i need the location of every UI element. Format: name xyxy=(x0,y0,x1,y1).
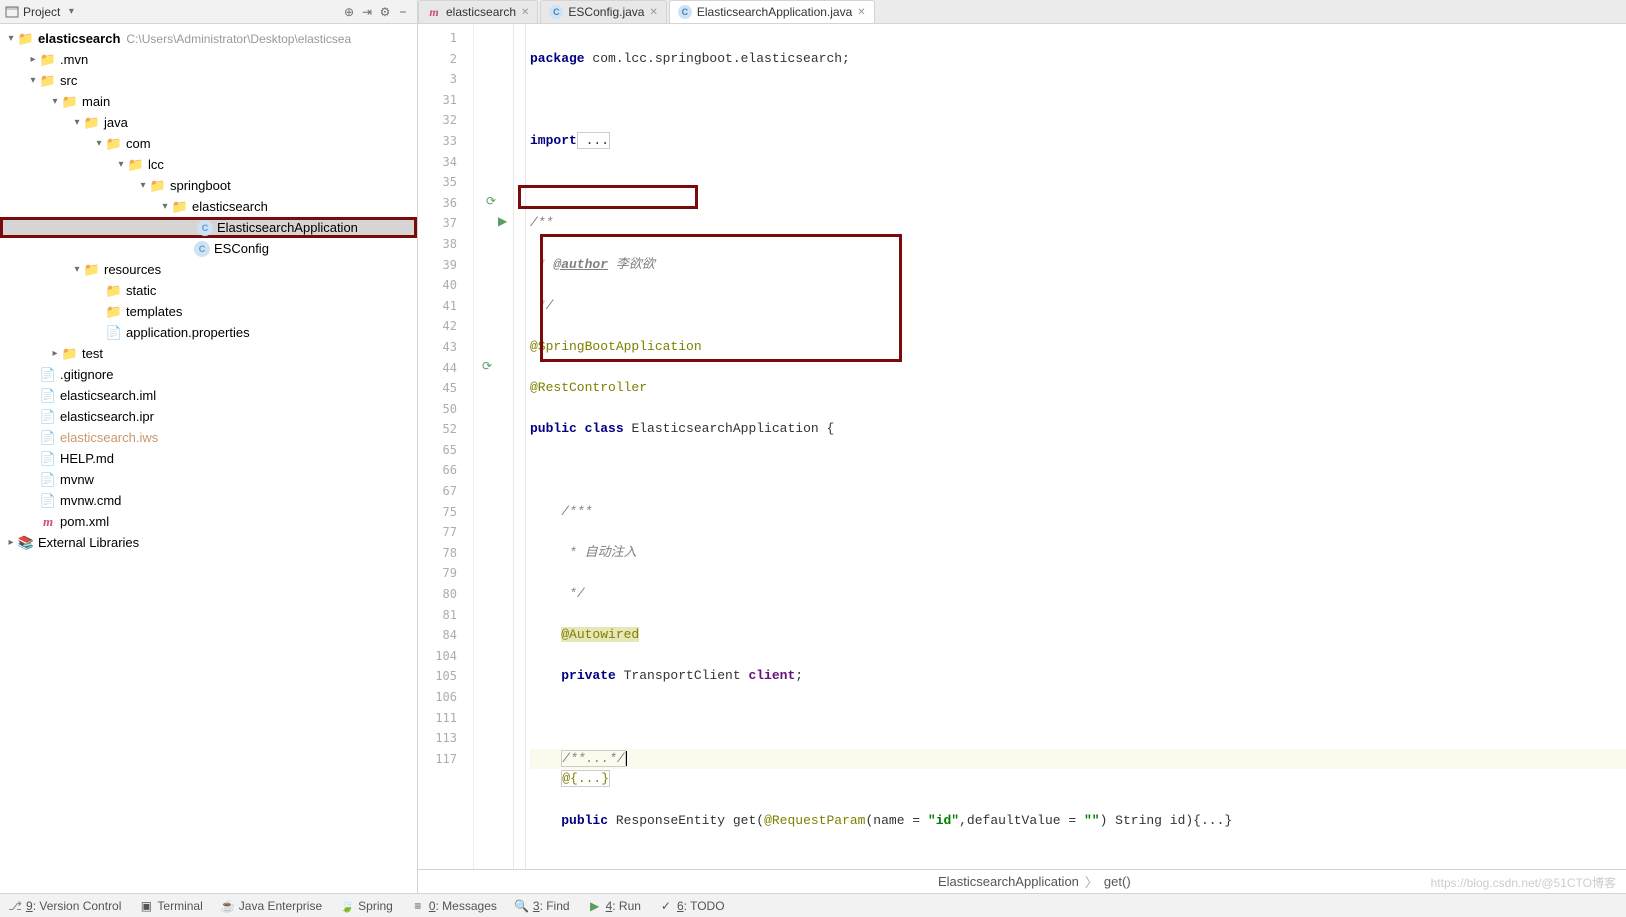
status-javaee[interactable]: ☕Java Enterprise xyxy=(221,899,322,913)
tree-mvnw[interactable]: 📄mvnw xyxy=(0,469,417,490)
tree-mvnw-cmd[interactable]: 📄mvnw.cmd xyxy=(0,490,417,511)
close-icon[interactable]: ✕ xyxy=(649,7,657,18)
scroll-from-source-icon[interactable]: ⊕ xyxy=(340,3,358,21)
tree-app-props[interactable]: 📄application.properties xyxy=(0,322,417,343)
close-icon[interactable]: ✕ xyxy=(521,7,529,18)
tab-app[interactable]: CElasticsearchApplication.java✕ xyxy=(669,0,875,23)
tree-help[interactable]: 📄HELP.md xyxy=(0,448,417,469)
tree-templates[interactable]: 📁templates xyxy=(0,301,417,322)
tree-java[interactable]: ▾📁java xyxy=(0,112,417,133)
tree-iml[interactable]: 📄elasticsearch.iml xyxy=(0,385,417,406)
tree-static[interactable]: 📁static xyxy=(0,280,417,301)
tree-main[interactable]: ▾📁main xyxy=(0,91,417,112)
breadcrumb-class[interactable]: ElasticsearchApplication xyxy=(938,874,1079,889)
tree-lcc[interactable]: ▾📁lcc xyxy=(0,154,417,175)
tree-com[interactable]: ▾📁com xyxy=(0,133,417,154)
status-messages[interactable]: ≡0: Messages xyxy=(411,899,497,913)
sidebar-header: Project ▾ ⊕ ⇥ ⚙ ⎯ xyxy=(0,0,417,24)
tab-elasticsearch[interactable]: melasticsearch✕ xyxy=(418,0,538,23)
tree-root[interactable]: ▾ 📁 elasticsearch C:\Users\Administrator… xyxy=(0,28,417,49)
status-spring[interactable]: 🍃Spring xyxy=(340,899,393,913)
close-icon[interactable]: ✕ xyxy=(857,7,865,18)
tree-ext-lib[interactable]: ▸📚External Libraries xyxy=(0,532,417,553)
status-todo[interactable]: ✓6: TODO xyxy=(659,899,725,913)
tree-iws[interactable]: 📄elasticsearch.iws xyxy=(0,427,417,448)
settings-icon[interactable]: ⚙ xyxy=(376,3,394,21)
tree-app-class[interactable]: CElasticsearchApplication xyxy=(0,217,417,238)
status-terminal[interactable]: ▣Terminal xyxy=(139,899,202,913)
tab-esconfig[interactable]: CESConfig.java✕ xyxy=(540,0,666,23)
tree-src[interactable]: ▾📁src xyxy=(0,70,417,91)
tree-test[interactable]: ▸📁test xyxy=(0,343,417,364)
dropdown-icon[interactable]: ▾ xyxy=(64,6,78,17)
project-tree[interactable]: ▾ 📁 elasticsearch C:\Users\Administrator… xyxy=(0,24,417,893)
tree-ipr[interactable]: 📄elasticsearch.ipr xyxy=(0,406,417,427)
code-content[interactable]: package com.lcc.springboot.elasticsearch… xyxy=(526,24,1626,869)
status-vcs[interactable]: ⎇9: Version Control xyxy=(8,899,121,913)
tree-elasticsearch-pkg[interactable]: ▾📁elasticsearch xyxy=(0,196,417,217)
editor-area: melasticsearch✕ CESConfig.java✕ CElastic… xyxy=(418,0,1626,893)
fold-column[interactable] xyxy=(514,24,526,869)
editor-tabs: melasticsearch✕ CESConfig.java✕ CElastic… xyxy=(418,0,1626,24)
project-sidebar: Project ▾ ⊕ ⇥ ⚙ ⎯ ▾ 📁 elasticsearch C:\U… xyxy=(0,0,418,893)
collapse-icon[interactable]: ⇥ xyxy=(358,3,376,21)
breadcrumb-method[interactable]: get() xyxy=(1104,874,1131,889)
hide-icon[interactable]: ⎯ xyxy=(394,3,412,21)
watermark: https://blog.csdn.net/@51CTO博客 xyxy=(1431,874,1616,891)
tree-springboot[interactable]: ▾📁springboot xyxy=(0,175,417,196)
line-gutter: 1233132333435363738394041424344455052656… xyxy=(418,24,474,869)
breadcrumb-separator: 〉 xyxy=(1085,872,1098,891)
status-run[interactable]: ▶4: Run xyxy=(588,899,641,913)
project-icon xyxy=(5,5,19,19)
tree-esconfig[interactable]: CESConfig xyxy=(0,238,417,259)
status-find[interactable]: 🔍3: Find xyxy=(515,899,570,913)
sidebar-title: Project xyxy=(23,5,60,19)
tree-gitignore[interactable]: 📄.gitignore xyxy=(0,364,417,385)
statusbar: ⎇9: Version Control ▣Terminal ☕Java Ente… xyxy=(0,893,1626,917)
tree-pom[interactable]: mpom.xml xyxy=(0,511,417,532)
tree-mvn[interactable]: ▸📁.mvn xyxy=(0,49,417,70)
marker-column: ⟳ ▶ ⟳ xyxy=(474,24,514,869)
code-editor[interactable]: 1233132333435363738394041424344455052656… xyxy=(418,24,1626,869)
tree-resources[interactable]: ▾📁resources xyxy=(0,259,417,280)
